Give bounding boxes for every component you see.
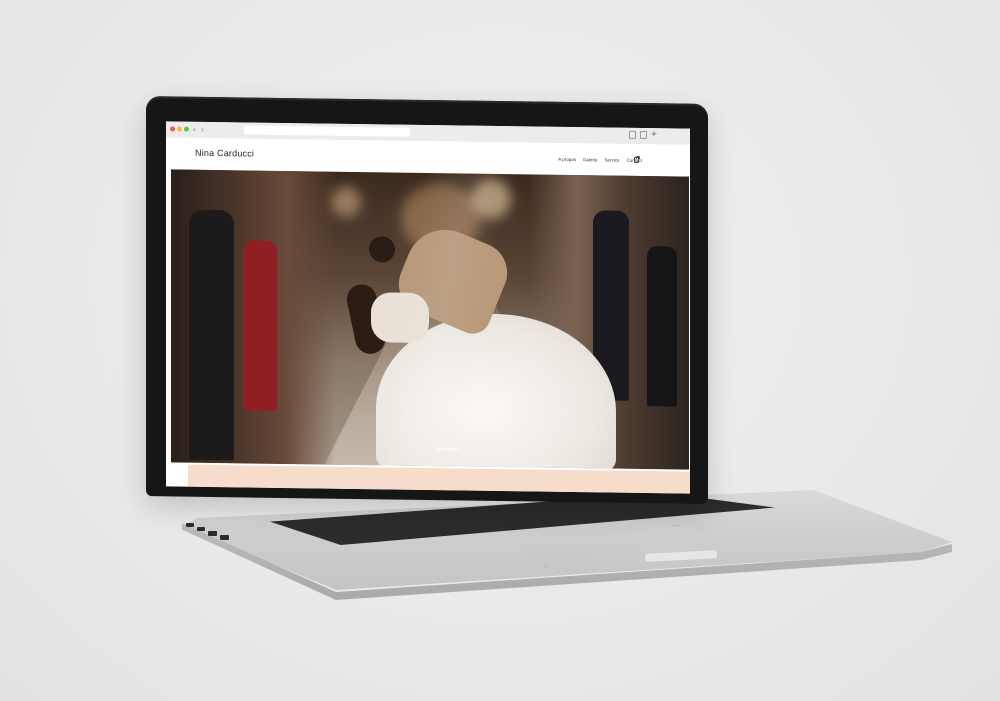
port-icon [208, 531, 217, 536]
hero-wedding-photo [171, 169, 689, 470]
instagram-icon[interactable] [634, 156, 639, 163]
new-tab-icon[interactable]: + [651, 128, 657, 142]
share-icon[interactable] [629, 130, 636, 139]
site-title[interactable]: Nina Carducci [195, 148, 254, 159]
address-bar[interactable] [244, 125, 410, 137]
laptop-screen: ‹ › + Nina Carducci A propos Galerie Ser… [166, 121, 690, 494]
port-icon [186, 523, 194, 527]
maximize-window-icon[interactable] [184, 126, 189, 132]
site-navigation: A propos Galerie Service Contact [558, 157, 642, 163]
port-icon [220, 535, 229, 540]
minimize-window-icon[interactable] [177, 126, 182, 132]
close-window-icon[interactable] [170, 126, 175, 132]
forward-arrow-icon[interactable]: › [201, 124, 204, 136]
back-arrow-icon[interactable]: ‹ [193, 124, 196, 136]
laptop-mockup-scene: ‹ › + Nina Carducci A propos Galerie Ser… [0, 0, 1000, 701]
nav-item-service[interactable]: Service [604, 157, 619, 162]
tabs-overview-icon[interactable] [640, 130, 647, 140]
nav-item-a-propos[interactable]: A propos [558, 157, 576, 162]
port-icon [197, 527, 205, 531]
nav-item-galerie[interactable]: Galerie [583, 157, 598, 162]
screen-glare [171, 169, 689, 470]
